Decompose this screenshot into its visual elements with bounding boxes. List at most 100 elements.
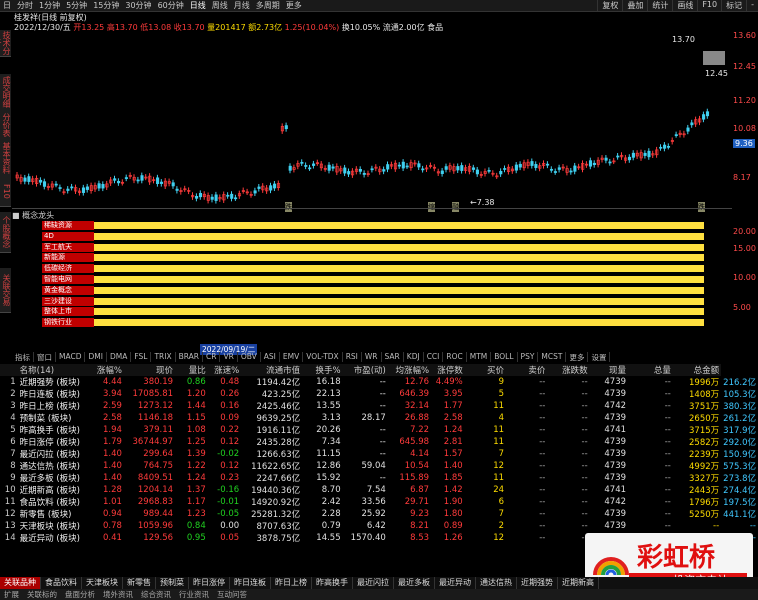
sector-tab[interactable]: 近期强势 — [517, 577, 558, 589]
table-row[interactable]: 5 昨高换手 (板块) 1.94 379.11 1.08 0.22 1916.11亿 20.2… — [0, 424, 758, 436]
sector-tab[interactable]: 最近异动 — [435, 577, 476, 589]
column-header[interactable]: 卖价 — [506, 364, 548, 376]
table-row[interactable]: 3 昨日上榜 (板块) 2.59 1273.12 1.44 0.16 2425.46亿 13.… — [0, 400, 758, 412]
sector-tab[interactable]: 昨日连板 — [230, 577, 271, 589]
column-header[interactable]: 量比 — [175, 364, 208, 376]
sector-tab[interactable]: 昨日上榜 — [271, 577, 312, 589]
left-tab-fenjia[interactable]: 分价表 — [0, 110, 11, 141]
column-header[interactable]: 涨幅% — [90, 364, 124, 376]
status-item[interactable]: 互动问答 — [213, 589, 251, 600]
period-tab[interactable]: 30分钟 — [122, 0, 154, 11]
status-item[interactable]: 扩展 — [0, 589, 23, 600]
concept-label[interactable]: 整体上市 — [42, 307, 94, 317]
concept-label[interactable]: 新能源 — [42, 253, 94, 263]
sector-tab[interactable]: 昨高换手 — [312, 577, 353, 589]
sector-tab[interactable]: 最近多板 — [394, 577, 435, 589]
sector-tab[interactable]: 关联品种 — [0, 577, 41, 589]
indicator-tab[interactable]: VOL-TDX — [303, 352, 343, 362]
period-tab[interactable]: 15分钟 — [90, 0, 122, 11]
period-tab[interactable]: 多周期 — [253, 0, 283, 11]
sector-tab[interactable]: 近期新高 — [558, 577, 599, 589]
tool-button[interactable]: 画线 — [672, 0, 697, 11]
indicator-tab[interactable]: 指标 — [12, 352, 34, 362]
indicator-tab[interactable]: CCI — [424, 352, 444, 362]
sector-tab[interactable]: 最近闪拉 — [353, 577, 394, 589]
indicator-tab[interactable]: MCST — [538, 352, 567, 362]
table-row[interactable]: 1 近期强势 (板块) 4.44 380.19 0.86 0.48 1194.42亿 16.1… — [0, 376, 758, 388]
table-row[interactable]: 10 近期新高 (板块) 1.28 1204.14 1.37 -0.16 19440.36亿… — [0, 484, 758, 496]
table-row[interactable]: 4 预制菜 (板块) 2.58 1146.18 1.15 0.09 9639.25亿 3.13… — [0, 412, 758, 424]
concept-label[interactable]: 黄金概念 — [42, 285, 94, 295]
column-header[interactable]: 涨跌数 — [547, 364, 590, 376]
indicator-tab[interactable]: 设置 — [588, 352, 611, 362]
tool-button[interactable]: 统计 — [647, 0, 672, 11]
indicator-tab[interactable]: MTM — [467, 352, 492, 362]
column-header[interactable] — [0, 364, 18, 376]
sector-tab[interactable]: 食品饮料 — [41, 577, 82, 589]
indicator-tab[interactable]: ROC — [443, 352, 467, 362]
concept-label[interactable]: 4D — [42, 231, 94, 241]
indicator-tab[interactable]: WR — [362, 352, 382, 362]
kline-chart[interactable] — [12, 30, 732, 208]
period-tab[interactable]: 日 — [0, 0, 14, 11]
table-row[interactable]: 13 天津板块 (板块) 0.78 1059.96 0.84 0.00 8707.63亿 0.… — [0, 520, 758, 532]
column-header[interactable]: 均涨幅% — [387, 364, 432, 376]
indicator-tab[interactable]: OBV — [238, 352, 261, 362]
indicator-tab[interactable]: RSI — [343, 352, 362, 362]
concept-label[interactable]: 智能电网 — [42, 275, 94, 284]
table-row[interactable]: 2 昨日连板 (板块) 3.94 17085.81 1.20 0.26 423.25亿 22.… — [0, 388, 758, 400]
column-header[interactable]: 总金额 — [672, 364, 722, 376]
period-tab[interactable]: 60分钟 — [155, 0, 187, 11]
indicator-tab[interactable]: MACD — [56, 352, 86, 362]
concept-label[interactable]: 钢铁行业 — [42, 318, 94, 328]
sector-tabs[interactable]: 关联品种 食品饮料 天津板块 新零售 预制菜 昨日涨停 昨日连板 昨日上榜 昨高换手 最近闪拉 最近… — [0, 577, 758, 589]
indicator-tab[interactable]: CR — [203, 352, 221, 362]
left-tab-basic[interactable]: 基本资料 — [0, 140, 11, 177]
status-item[interactable]: 行业资讯 — [175, 589, 213, 600]
status-item[interactable]: 综合资讯 — [137, 589, 175, 600]
left-tab-concept[interactable]: 个股概念 — [0, 212, 11, 253]
indicator-tab[interactable]: TRIX — [151, 352, 176, 362]
period-tab[interactable]: 月线 — [231, 0, 253, 11]
period-tab[interactable]: 5分钟 — [63, 0, 90, 11]
column-header[interactable]: 现量 — [589, 364, 629, 376]
table-row[interactable]: 12 新零售 (板块) 0.94 989.44 1.23 -0.05 25281.32亿 2.… — [0, 508, 758, 520]
period-tab[interactable]: 1分钟 — [36, 0, 63, 11]
tool-button[interactable]: 复权 — [597, 0, 622, 11]
status-item[interactable]: 关联标的 — [23, 589, 61, 600]
sector-tab[interactable]: 预制菜 — [156, 577, 189, 589]
concept-label[interactable]: 稀缺资源 — [42, 221, 94, 230]
status-item[interactable]: 境外资讯 — [99, 589, 137, 600]
tool-button[interactable]: F10 — [697, 0, 721, 11]
indicator-tabs[interactable]: 指标 窗口 MACD DMI DMA FSL TRIX BRAR CR VR OBV ASI EMV VO… — [12, 352, 611, 362]
sector-table[interactable]: 名称(14) 涨幅% 现价 量比 涨速% 流通市值 换手% 市盈(动) 均涨幅% 涨停数 买价 卖价涨… — [0, 364, 758, 544]
left-tab-f10[interactable]: F10 — [0, 176, 11, 207]
column-header[interactable]: 市盈(动) — [342, 364, 388, 376]
indicator-tab[interactable]: FSL — [131, 352, 152, 362]
left-tab-fund[interactable]: 成交明细 — [0, 74, 11, 111]
indicator-tab[interactable]: EMV — [280, 352, 304, 362]
indicator-tab[interactable]: VR — [220, 352, 238, 362]
period-tab[interactable]: 更多 — [283, 0, 305, 11]
period-tab[interactable]: 周线 — [209, 0, 231, 11]
table-row[interactable]: 11 食品饮料 (板块) 1.01 2968.83 1.17 -0.01 14920.92亿… — [0, 496, 758, 508]
column-header[interactable]: 现价 — [123, 364, 176, 376]
column-header[interactable]: 买价 — [464, 364, 507, 376]
indicator-tab[interactable]: BOLL — [491, 352, 518, 362]
indicator-tab[interactable]: KDJ — [404, 352, 424, 362]
indicator-tab[interactable]: 窗口 — [34, 352, 56, 362]
column-header[interactable]: 总量 — [628, 364, 673, 376]
period-tab[interactable]: 分时 — [14, 0, 36, 11]
sector-tab[interactable]: 新零售 — [123, 577, 156, 589]
indicator-tab[interactable]: PSY — [518, 352, 539, 362]
column-header[interactable]: 流通市值 — [241, 364, 303, 376]
concept-label[interactable]: 三沙建设 — [42, 296, 94, 306]
sector-tab[interactable]: 昨日涨停 — [189, 577, 230, 589]
tool-button[interactable]: 标记 — [721, 0, 746, 11]
table-row[interactable]: 8 通达信热 (板块) 1.40 764.75 1.22 0.12 11622.65亿 12.… — [0, 460, 758, 472]
indicator-tab[interactable]: DMA — [107, 352, 132, 362]
sector-tab[interactable]: 通达信热 — [476, 577, 517, 589]
concept-label[interactable]: 低碳经济 — [42, 264, 94, 274]
tool-button[interactable]: 叠加 — [622, 0, 647, 11]
column-header[interactable]: 涨停数 — [431, 364, 465, 376]
